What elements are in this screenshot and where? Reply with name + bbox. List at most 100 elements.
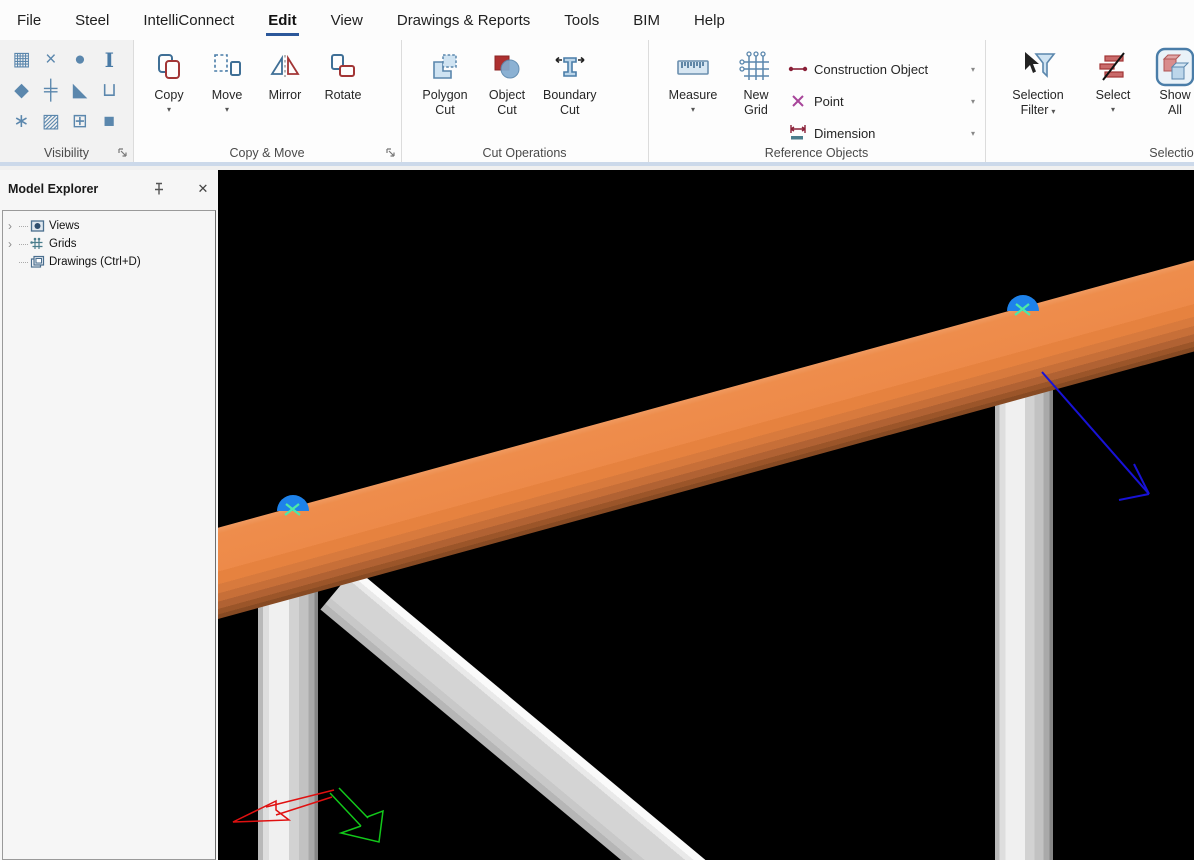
solid-visibility-icon[interactable]: ■ xyxy=(96,108,123,135)
support-marker-icon xyxy=(277,495,309,515)
dimension-label: Dimension xyxy=(814,126,875,141)
tree-item-label: Drawings (Ctrl+D) xyxy=(49,256,141,268)
pin-icon[interactable] xyxy=(152,182,166,196)
drawings-icon xyxy=(30,255,45,269)
model-explorer-panel: Model Explorer Views Grids Drawings (Ctr… xyxy=(0,170,218,860)
construction-object-caret-icon[interactable] xyxy=(971,65,977,74)
model-explorer-tree: Views Grids Drawings (Ctrl+D) xyxy=(2,210,216,860)
measure-label: Measure xyxy=(669,88,718,103)
group-selection: SelectionFilter Select ShowAll Selection xyxy=(985,40,1194,162)
model-viewport[interactable] xyxy=(218,170,1194,860)
grid-visibility-icon[interactable]: ▦ xyxy=(8,46,35,73)
axis-visibility-icon[interactable]: ∗ xyxy=(8,108,35,135)
point-caret-icon[interactable] xyxy=(971,97,977,106)
sphere-visibility-icon[interactable]: ● xyxy=(67,46,94,73)
boundary-cut-button[interactable]: BoundaryCut xyxy=(543,46,597,118)
menu-drawings-reports[interactable]: Drawings & Reports xyxy=(380,0,547,40)
show-all-label: ShowAll xyxy=(1159,88,1190,118)
measure-button[interactable]: Measure xyxy=(662,46,724,149)
menu-edit[interactable]: Edit xyxy=(251,0,313,40)
rotate-label: Rotate xyxy=(325,88,362,103)
selection-filter-icon xyxy=(1018,50,1058,84)
visibility-dialog-launcher-icon[interactable] xyxy=(118,148,128,158)
menu-bar: File Steel IntelliConnect Edit View Draw… xyxy=(0,0,1194,40)
select-icon xyxy=(1097,51,1129,83)
selection-filter-button[interactable]: SelectionFilter xyxy=(1001,46,1075,119)
select-dropdown-caret-icon[interactable] xyxy=(1111,105,1115,114)
expand-chevron-icon[interactable] xyxy=(8,220,19,232)
tree-item-drawings[interactable]: Drawings (Ctrl+D) xyxy=(3,253,215,271)
group-visibility: ▦ × ● I ◆ ╪ ◣ ⊔ ∗ ▨ ⊞ ■ Visibility xyxy=(0,40,134,162)
new-grid-button[interactable]: NewGrid xyxy=(732,46,780,149)
group-copy-move: Copy Move Mirror Rotate Copy & Move xyxy=(133,40,402,162)
menu-file[interactable]: File xyxy=(0,0,58,40)
select-button[interactable]: Select xyxy=(1089,46,1137,119)
object-cut-icon xyxy=(492,52,522,82)
copy-label: Copy xyxy=(154,88,183,103)
move-label: Move xyxy=(212,88,243,103)
group-label-reference-objects: Reference Objects xyxy=(648,146,985,160)
boundary-cut-label: BoundaryCut xyxy=(543,88,597,118)
boundary-cut-icon xyxy=(554,52,586,82)
show-all-button[interactable]: ShowAll xyxy=(1151,46,1194,119)
select-label: Select xyxy=(1096,88,1131,103)
menu-bim[interactable]: BIM xyxy=(616,0,677,40)
group-label-visibility: Visibility xyxy=(0,146,133,160)
selection-filter-caret-icon[interactable] xyxy=(1051,107,1055,116)
copy-button[interactable]: Copy xyxy=(143,46,195,114)
mirror-button[interactable]: Mirror xyxy=(259,46,311,114)
visibility-icon-grid: ▦ × ● I ◆ ╪ ◣ ⊔ ∗ ▨ ⊞ ■ xyxy=(0,40,133,135)
group-label-selection: Selection xyxy=(985,146,1194,160)
window-visibility-icon[interactable]: ⊞ xyxy=(67,108,94,135)
move-button[interactable]: Move xyxy=(201,46,253,114)
dimension-caret-icon[interactable] xyxy=(971,129,977,138)
new-grid-icon xyxy=(739,50,773,84)
group-label-copy-move: Copy & Move xyxy=(133,146,401,160)
measure-dropdown-caret-icon[interactable] xyxy=(691,105,695,114)
polygon-cut-icon xyxy=(430,52,460,82)
dimension-icon xyxy=(788,124,808,142)
tree-item-grids[interactable]: Grids xyxy=(3,235,215,253)
move-dropdown-caret-icon[interactable] xyxy=(225,105,229,114)
plate-visibility-icon[interactable]: ◆ xyxy=(8,77,35,104)
rotate-icon xyxy=(328,52,358,82)
move-icon xyxy=(212,52,242,82)
copy-dropdown-caret-icon[interactable] xyxy=(167,105,171,114)
channel-visibility-icon[interactable]: ⊔ xyxy=(96,77,123,104)
tree-item-views[interactable]: Views xyxy=(3,217,215,235)
beam-visibility-icon[interactable]: I xyxy=(96,46,123,73)
measure-icon xyxy=(676,52,710,82)
point-label: Point xyxy=(814,94,844,109)
rotate-button[interactable]: Rotate xyxy=(317,46,369,114)
construction-object-button[interactable]: Construction Object xyxy=(788,53,977,85)
menu-tools[interactable]: Tools xyxy=(547,0,616,40)
object-cut-button[interactable]: ObjectCut xyxy=(481,46,533,118)
axis-z-arrow xyxy=(1042,372,1149,500)
axis-y-arrow xyxy=(330,788,383,842)
hide-icon[interactable]: × xyxy=(37,46,64,73)
mirror-icon xyxy=(269,52,301,82)
mirror-label: Mirror xyxy=(269,88,302,103)
point-icon xyxy=(788,94,808,108)
tree-item-label: Grids xyxy=(49,238,76,250)
close-panel-icon[interactable] xyxy=(196,181,210,197)
group-cut-operations: PolygonCut ObjectCut BoundaryCut Cut Ope… xyxy=(401,40,649,162)
menu-help[interactable]: Help xyxy=(677,0,742,40)
tree-item-label: Views xyxy=(49,220,79,232)
bolt-visibility-icon[interactable]: ╪ xyxy=(37,77,64,104)
support-marker-icon xyxy=(1007,295,1039,315)
special-part-visibility-icon[interactable]: ▨ xyxy=(37,108,64,135)
corner-visibility-icon[interactable]: ◣ xyxy=(67,77,94,104)
new-grid-label: NewGrid xyxy=(743,88,768,118)
polygon-cut-label: PolygonCut xyxy=(422,88,467,118)
dimension-button[interactable]: Dimension xyxy=(788,117,977,149)
copy-move-dialog-launcher-icon[interactable] xyxy=(386,148,396,158)
copy-icon xyxy=(154,52,184,82)
menu-view[interactable]: View xyxy=(314,0,380,40)
polygon-cut-button[interactable]: PolygonCut xyxy=(419,46,471,118)
construction-object-icon xyxy=(788,63,808,75)
expand-chevron-icon[interactable] xyxy=(8,238,19,250)
point-button[interactable]: Point xyxy=(788,85,977,117)
menu-steel[interactable]: Steel xyxy=(58,0,126,40)
menu-intelliconnect[interactable]: IntelliConnect xyxy=(126,0,251,40)
